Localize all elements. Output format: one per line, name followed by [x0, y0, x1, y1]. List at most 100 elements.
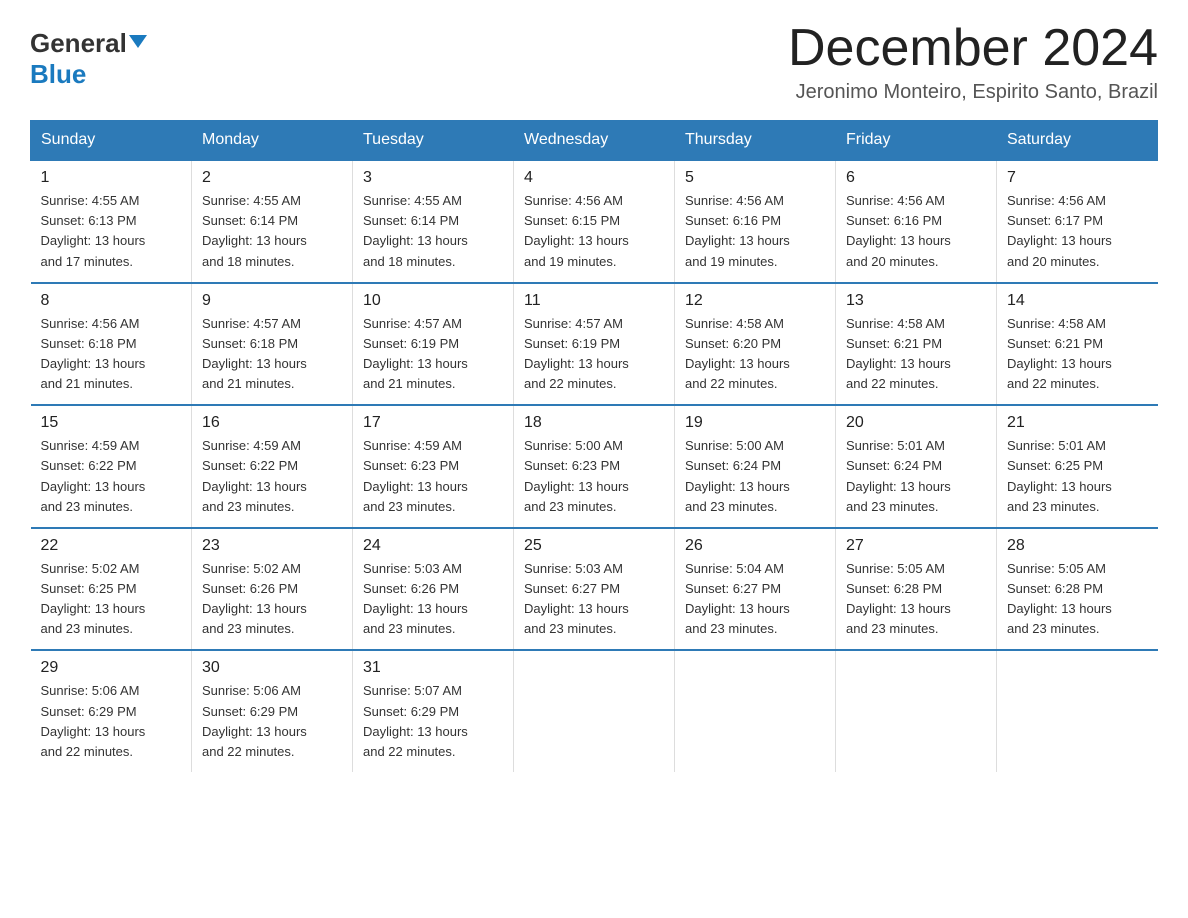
page-header: General Blue December 2024 Jeronimo Mont…: [30, 20, 1158, 104]
calendar-cell: 5 Sunrise: 4:56 AM Sunset: 6:16 PM Dayli…: [675, 160, 836, 283]
day-number: 12: [685, 292, 825, 310]
calendar-cell: [514, 650, 675, 772]
header-tuesday: Tuesday: [353, 121, 514, 161]
calendar-week-row: 8 Sunrise: 4:56 AM Sunset: 6:18 PM Dayli…: [31, 283, 1158, 406]
calendar-cell: 11 Sunrise: 4:57 AM Sunset: 6:19 PM Dayl…: [514, 283, 675, 406]
calendar-cell: 2 Sunrise: 4:55 AM Sunset: 6:14 PM Dayli…: [192, 160, 353, 283]
calendar-cell: 15 Sunrise: 4:59 AM Sunset: 6:22 PM Dayl…: [31, 405, 192, 528]
header-monday: Monday: [192, 121, 353, 161]
day-number: 21: [1007, 414, 1148, 432]
calendar-cell: 21 Sunrise: 5:01 AM Sunset: 6:25 PM Dayl…: [997, 405, 1158, 528]
calendar-cell: 10 Sunrise: 4:57 AM Sunset: 6:19 PM Dayl…: [353, 283, 514, 406]
logo-blue: Blue: [30, 59, 86, 89]
calendar-cell: 28 Sunrise: 5:05 AM Sunset: 6:28 PM Dayl…: [997, 528, 1158, 651]
day-info: Sunrise: 4:56 AM Sunset: 6:17 PM Dayligh…: [1007, 191, 1148, 272]
day-number: 25: [524, 537, 664, 555]
day-info: Sunrise: 5:02 AM Sunset: 6:26 PM Dayligh…: [202, 559, 342, 640]
location-subtitle: Jeronimo Monteiro, Espirito Santo, Brazi…: [788, 81, 1158, 104]
day-info: Sunrise: 5:03 AM Sunset: 6:26 PM Dayligh…: [363, 559, 503, 640]
day-number: 8: [41, 292, 182, 310]
header-saturday: Saturday: [997, 121, 1158, 161]
calendar-cell: 7 Sunrise: 4:56 AM Sunset: 6:17 PM Dayli…: [997, 160, 1158, 283]
calendar-cell: 3 Sunrise: 4:55 AM Sunset: 6:14 PM Dayli…: [353, 160, 514, 283]
day-info: Sunrise: 4:57 AM Sunset: 6:18 PM Dayligh…: [202, 314, 342, 395]
day-info: Sunrise: 4:55 AM Sunset: 6:13 PM Dayligh…: [41, 191, 182, 272]
day-number: 24: [363, 537, 503, 555]
calendar-cell: 26 Sunrise: 5:04 AM Sunset: 6:27 PM Dayl…: [675, 528, 836, 651]
calendar-cell: 31 Sunrise: 5:07 AM Sunset: 6:29 PM Dayl…: [353, 650, 514, 772]
day-info: Sunrise: 5:02 AM Sunset: 6:25 PM Dayligh…: [41, 559, 182, 640]
day-info: Sunrise: 4:58 AM Sunset: 6:21 PM Dayligh…: [1007, 314, 1148, 395]
calendar-cell: 23 Sunrise: 5:02 AM Sunset: 6:26 PM Dayl…: [192, 528, 353, 651]
month-title: December 2024: [788, 20, 1158, 77]
day-info: Sunrise: 5:00 AM Sunset: 6:23 PM Dayligh…: [524, 436, 664, 517]
day-number: 19: [685, 414, 825, 432]
day-info: Sunrise: 5:04 AM Sunset: 6:27 PM Dayligh…: [685, 559, 825, 640]
header-sunday: Sunday: [31, 121, 192, 161]
day-info: Sunrise: 4:57 AM Sunset: 6:19 PM Dayligh…: [524, 314, 664, 395]
day-number: 4: [524, 169, 664, 187]
day-number: 6: [846, 169, 986, 187]
day-number: 16: [202, 414, 342, 432]
calendar-cell: [836, 650, 997, 772]
calendar-header-row: SundayMondayTuesdayWednesdayThursdayFrid…: [31, 121, 1158, 161]
header-friday: Friday: [836, 121, 997, 161]
day-number: 23: [202, 537, 342, 555]
header-wednesday: Wednesday: [514, 121, 675, 161]
day-number: 11: [524, 292, 664, 310]
title-area: December 2024 Jeronimo Monteiro, Espirit…: [788, 20, 1158, 104]
day-info: Sunrise: 4:56 AM Sunset: 6:18 PM Dayligh…: [41, 314, 182, 395]
day-info: Sunrise: 4:56 AM Sunset: 6:15 PM Dayligh…: [524, 191, 664, 272]
day-number: 1: [41, 169, 182, 187]
day-info: Sunrise: 5:05 AM Sunset: 6:28 PM Dayligh…: [846, 559, 986, 640]
calendar-cell: 4 Sunrise: 4:56 AM Sunset: 6:15 PM Dayli…: [514, 160, 675, 283]
calendar-cell: [997, 650, 1158, 772]
calendar-cell: 17 Sunrise: 4:59 AM Sunset: 6:23 PM Dayl…: [353, 405, 514, 528]
calendar-cell: [675, 650, 836, 772]
calendar-cell: 14 Sunrise: 4:58 AM Sunset: 6:21 PM Dayl…: [997, 283, 1158, 406]
logo: General Blue: [30, 28, 147, 90]
day-info: Sunrise: 5:06 AM Sunset: 6:29 PM Dayligh…: [202, 681, 342, 762]
day-number: 30: [202, 659, 342, 677]
day-info: Sunrise: 4:57 AM Sunset: 6:19 PM Dayligh…: [363, 314, 503, 395]
day-info: Sunrise: 4:59 AM Sunset: 6:22 PM Dayligh…: [202, 436, 342, 517]
logo-arrow-icon: [129, 35, 147, 48]
day-info: Sunrise: 5:05 AM Sunset: 6:28 PM Dayligh…: [1007, 559, 1148, 640]
day-number: 13: [846, 292, 986, 310]
day-info: Sunrise: 5:01 AM Sunset: 6:24 PM Dayligh…: [846, 436, 986, 517]
calendar-week-row: 22 Sunrise: 5:02 AM Sunset: 6:25 PM Dayl…: [31, 528, 1158, 651]
day-info: Sunrise: 4:56 AM Sunset: 6:16 PM Dayligh…: [846, 191, 986, 272]
day-number: 26: [685, 537, 825, 555]
day-info: Sunrise: 4:59 AM Sunset: 6:23 PM Dayligh…: [363, 436, 503, 517]
calendar-cell: 8 Sunrise: 4:56 AM Sunset: 6:18 PM Dayli…: [31, 283, 192, 406]
day-info: Sunrise: 5:03 AM Sunset: 6:27 PM Dayligh…: [524, 559, 664, 640]
day-info: Sunrise: 5:00 AM Sunset: 6:24 PM Dayligh…: [685, 436, 825, 517]
day-info: Sunrise: 4:55 AM Sunset: 6:14 PM Dayligh…: [202, 191, 342, 272]
calendar-cell: 20 Sunrise: 5:01 AM Sunset: 6:24 PM Dayl…: [836, 405, 997, 528]
logo-general: General: [30, 28, 127, 59]
day-info: Sunrise: 4:59 AM Sunset: 6:22 PM Dayligh…: [41, 436, 182, 517]
day-info: Sunrise: 5:06 AM Sunset: 6:29 PM Dayligh…: [41, 681, 182, 762]
day-info: Sunrise: 4:58 AM Sunset: 6:20 PM Dayligh…: [685, 314, 825, 395]
day-number: 20: [846, 414, 986, 432]
day-number: 17: [363, 414, 503, 432]
day-number: 3: [363, 169, 503, 187]
day-number: 15: [41, 414, 182, 432]
day-number: 5: [685, 169, 825, 187]
day-number: 29: [41, 659, 182, 677]
calendar-cell: 18 Sunrise: 5:00 AM Sunset: 6:23 PM Dayl…: [514, 405, 675, 528]
day-number: 28: [1007, 537, 1148, 555]
day-number: 27: [846, 537, 986, 555]
day-number: 18: [524, 414, 664, 432]
calendar-cell: 27 Sunrise: 5:05 AM Sunset: 6:28 PM Dayl…: [836, 528, 997, 651]
calendar-cell: 24 Sunrise: 5:03 AM Sunset: 6:26 PM Dayl…: [353, 528, 514, 651]
calendar-cell: 6 Sunrise: 4:56 AM Sunset: 6:16 PM Dayli…: [836, 160, 997, 283]
calendar-cell: 22 Sunrise: 5:02 AM Sunset: 6:25 PM Dayl…: [31, 528, 192, 651]
calendar-table: SundayMondayTuesdayWednesdayThursdayFrid…: [30, 120, 1158, 772]
day-info: Sunrise: 4:55 AM Sunset: 6:14 PM Dayligh…: [363, 191, 503, 272]
day-info: Sunrise: 4:58 AM Sunset: 6:21 PM Dayligh…: [846, 314, 986, 395]
calendar-cell: 12 Sunrise: 4:58 AM Sunset: 6:20 PM Dayl…: [675, 283, 836, 406]
day-info: Sunrise: 5:07 AM Sunset: 6:29 PM Dayligh…: [363, 681, 503, 762]
day-number: 14: [1007, 292, 1148, 310]
calendar-cell: 9 Sunrise: 4:57 AM Sunset: 6:18 PM Dayli…: [192, 283, 353, 406]
